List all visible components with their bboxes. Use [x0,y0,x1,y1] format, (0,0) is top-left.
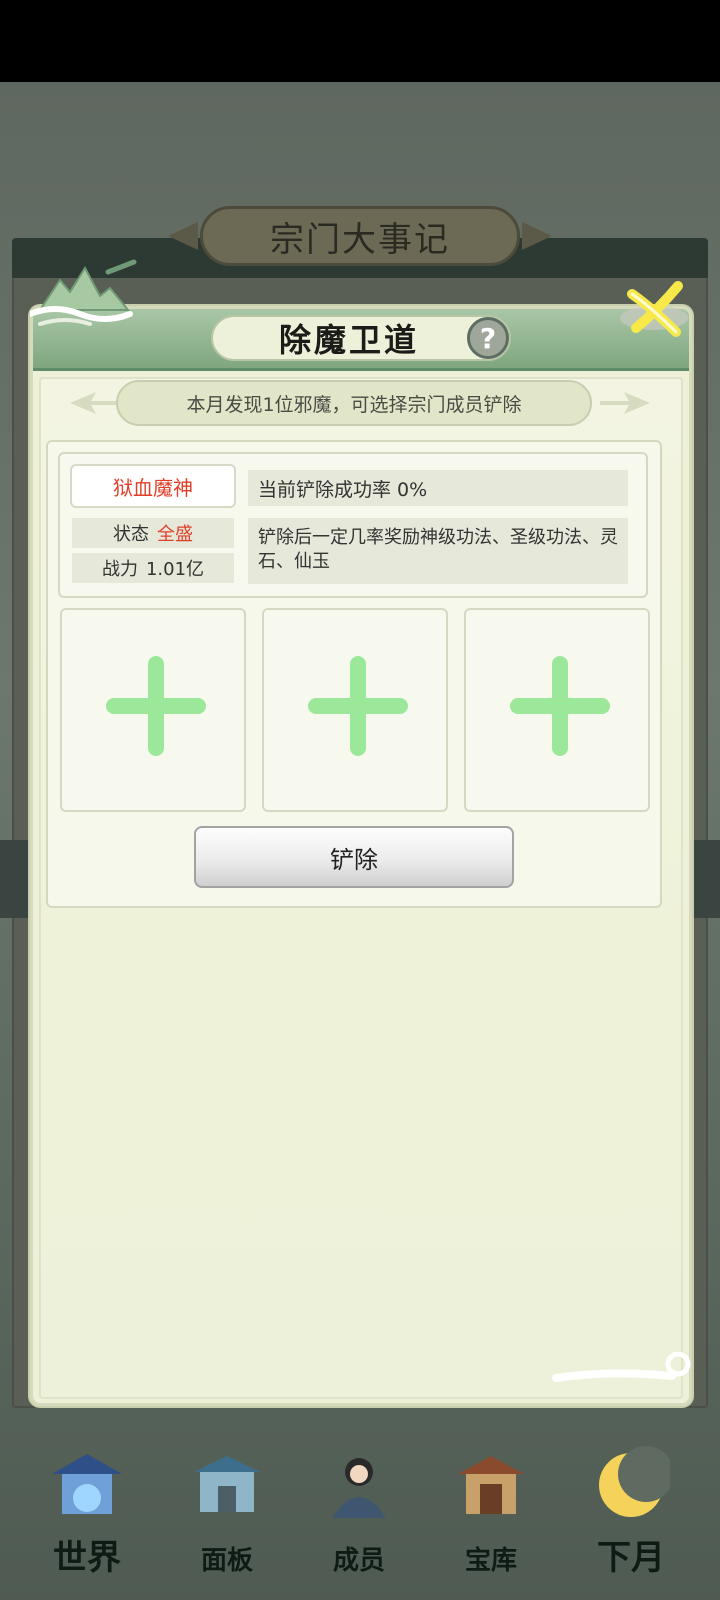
nav-next-month-label: 下月 [597,1538,665,1578]
background-panel-title-text: 宗门大事记 [270,219,450,260]
status-label: 状态 [113,524,149,545]
demon-status: 状态 全盛 [72,518,234,548]
status-bar [0,0,720,82]
treasury-icon [458,1456,524,1514]
nav-panel-label: 面板 [200,1546,253,1576]
status-value: 全盛 [157,524,193,545]
banner-right-ornament-icon [600,392,650,414]
demon-name: 狱血魔神 [70,464,236,508]
palace-icon [52,1454,122,1514]
member-slot-1[interactable] [60,608,246,812]
power-label: 战力 [101,559,138,580]
moon-icon [599,1446,670,1517]
remove-button[interactable]: 铲除 [194,826,514,888]
nav-world[interactable]: 世界 [32,1430,142,1600]
member-slot-3[interactable] [464,608,650,812]
background-title-wing-right [522,222,552,250]
add-icon [510,656,610,756]
banner: 本月发现1位邪魔，可选择宗门成员铲除 [70,380,650,426]
nav-world-label: 世界 [53,1538,121,1578]
bottom-navigation: 世界 面板 成员 宝库 下月 [0,1430,720,1600]
background-panel-title: 宗门大事记 [200,206,520,266]
member-slot-2[interactable] [262,608,448,812]
help-icon[interactable]: ? [467,317,509,359]
dialog-title: 除魔卫道 [211,315,511,361]
add-icon [308,656,408,756]
mountain-cloud-icon [30,259,137,326]
close-icon[interactable] [618,280,690,342]
nav-next-month[interactable]: 下月 [576,1430,686,1600]
banner-left-ornament-icon [70,392,120,414]
nav-panel[interactable]: 面板 [172,1430,282,1600]
gate-icon [194,1456,260,1512]
power-value: 1.01亿 [145,559,205,580]
nav-members[interactable]: 成员 [304,1430,414,1600]
nav-members-label: 成员 [332,1546,385,1576]
member-icon [332,1458,386,1518]
nav-treasury[interactable]: 宝库 [436,1430,546,1600]
cloud-scroll-icon [552,1352,691,1382]
add-icon [106,656,206,756]
dialog-title-text: 除魔卫道 [278,321,419,359]
background-title-wing-left [168,222,198,250]
nav-treasury-label: 宝库 [464,1546,517,1576]
success-rate: 当前铲除成功率 0% [248,470,628,506]
banner-text: 本月发现1位邪魔，可选择宗门成员铲除 [116,380,592,426]
demon-power: 战力 1.01亿 [72,553,234,583]
reward-description: 铲除后一定几率奖励神级功法、圣级功法、灵石、仙玉 [248,518,628,584]
